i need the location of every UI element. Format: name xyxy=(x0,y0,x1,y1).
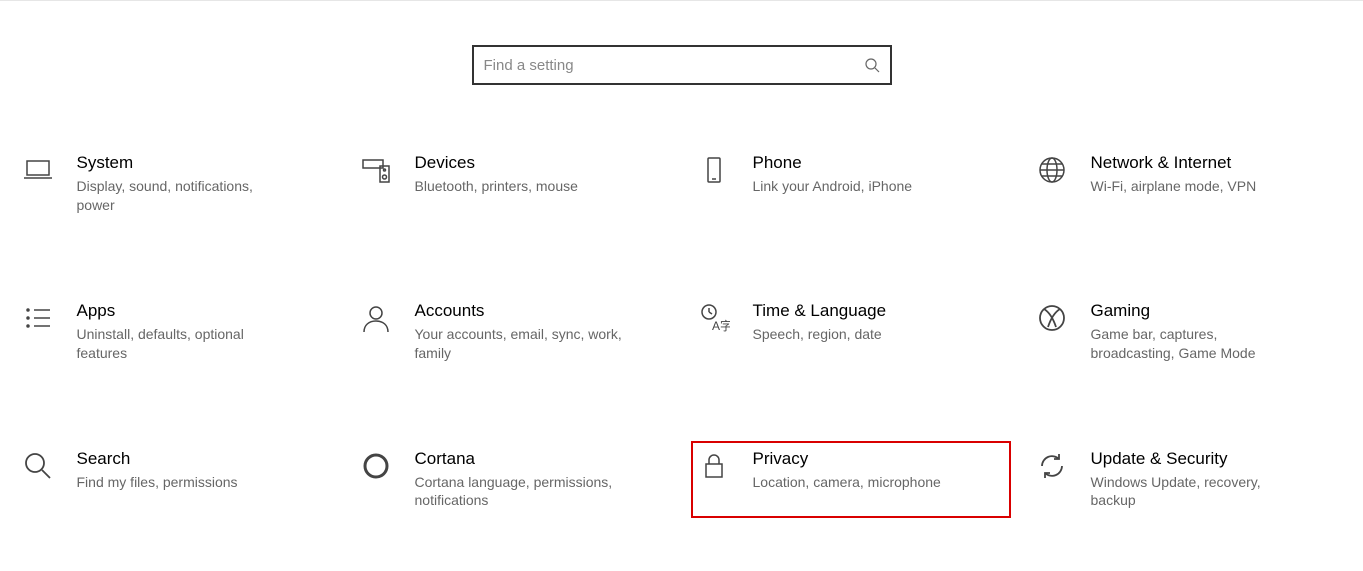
tile-desc: Bluetooth, printers, mouse xyxy=(415,177,578,196)
globe-icon xyxy=(1035,153,1069,187)
tile-apps[interactable]: Apps Uninstall, defaults, optional featu… xyxy=(15,293,335,371)
tile-title: Time & Language xyxy=(753,301,887,321)
tile-desc: Your accounts, email, sync, work, family xyxy=(415,325,625,363)
tile-title: Phone xyxy=(753,153,913,173)
tile-gaming[interactable]: Gaming Game bar, captures, broadcasting,… xyxy=(1029,293,1349,371)
tile-desc: Wi-Fi, airplane mode, VPN xyxy=(1091,177,1257,196)
tile-phone[interactable]: Phone Link your Android, iPhone xyxy=(691,145,1011,223)
apps-list-icon xyxy=(21,301,55,335)
tile-cortana[interactable]: Cortana Cortana language, permissions, n… xyxy=(353,441,673,519)
clock-language-icon: A字 xyxy=(697,301,731,335)
cortana-ring-icon xyxy=(359,449,393,483)
tile-title: Apps xyxy=(77,301,287,321)
search-icon xyxy=(864,57,880,73)
tile-title: Gaming xyxy=(1091,301,1301,321)
tile-title: Search xyxy=(77,449,238,469)
tile-title: Update & Security xyxy=(1091,449,1301,469)
tile-title: Network & Internet xyxy=(1091,153,1257,173)
search-box[interactable] xyxy=(472,45,892,85)
tile-search[interactable]: Search Find my files, permissions xyxy=(15,441,335,519)
tile-title: Cortana xyxy=(415,449,625,469)
tile-desc: Game bar, captures, broadcasting, Game M… xyxy=(1091,325,1301,363)
tile-title: Accounts xyxy=(415,301,625,321)
tile-title: Privacy xyxy=(753,449,941,469)
tile-desc: Speech, region, date xyxy=(753,325,887,344)
tile-update-security[interactable]: Update & Security Windows Update, recove… xyxy=(1029,441,1349,519)
phone-icon xyxy=(697,153,731,187)
tile-accounts[interactable]: Accounts Your accounts, email, sync, wor… xyxy=(353,293,673,371)
search-input[interactable] xyxy=(484,57,864,74)
magnifier-icon xyxy=(21,449,55,483)
sync-arrows-icon xyxy=(1035,449,1069,483)
laptop-icon xyxy=(21,153,55,187)
svg-text:A字: A字 xyxy=(712,318,730,333)
tile-desc: Location, camera, microphone xyxy=(753,473,941,492)
person-icon xyxy=(359,301,393,335)
settings-grid: System Display, sound, notifications, po… xyxy=(0,145,1363,518)
tile-title: System xyxy=(77,153,287,173)
tile-time-language[interactable]: A字 Time & Language Speech, region, date xyxy=(691,293,1011,371)
lock-icon xyxy=(697,449,731,483)
tile-privacy[interactable]: Privacy Location, camera, microphone xyxy=(691,441,1011,519)
tile-desc: Display, sound, notifications, power xyxy=(77,177,287,215)
tile-desc: Uninstall, defaults, optional features xyxy=(77,325,287,363)
tile-devices[interactable]: Devices Bluetooth, printers, mouse xyxy=(353,145,673,223)
keyboard-speaker-icon xyxy=(359,153,393,187)
tile-network[interactable]: Network & Internet Wi-Fi, airplane mode,… xyxy=(1029,145,1349,223)
xbox-icon xyxy=(1035,301,1069,335)
tile-system[interactable]: System Display, sound, notifications, po… xyxy=(15,145,335,223)
tile-title: Devices xyxy=(415,153,578,173)
tile-desc: Find my files, permissions xyxy=(77,473,238,492)
tile-desc: Cortana language, permissions, notificat… xyxy=(415,473,625,511)
tile-desc: Windows Update, recovery, backup xyxy=(1091,473,1301,511)
tile-desc: Link your Android, iPhone xyxy=(753,177,913,196)
